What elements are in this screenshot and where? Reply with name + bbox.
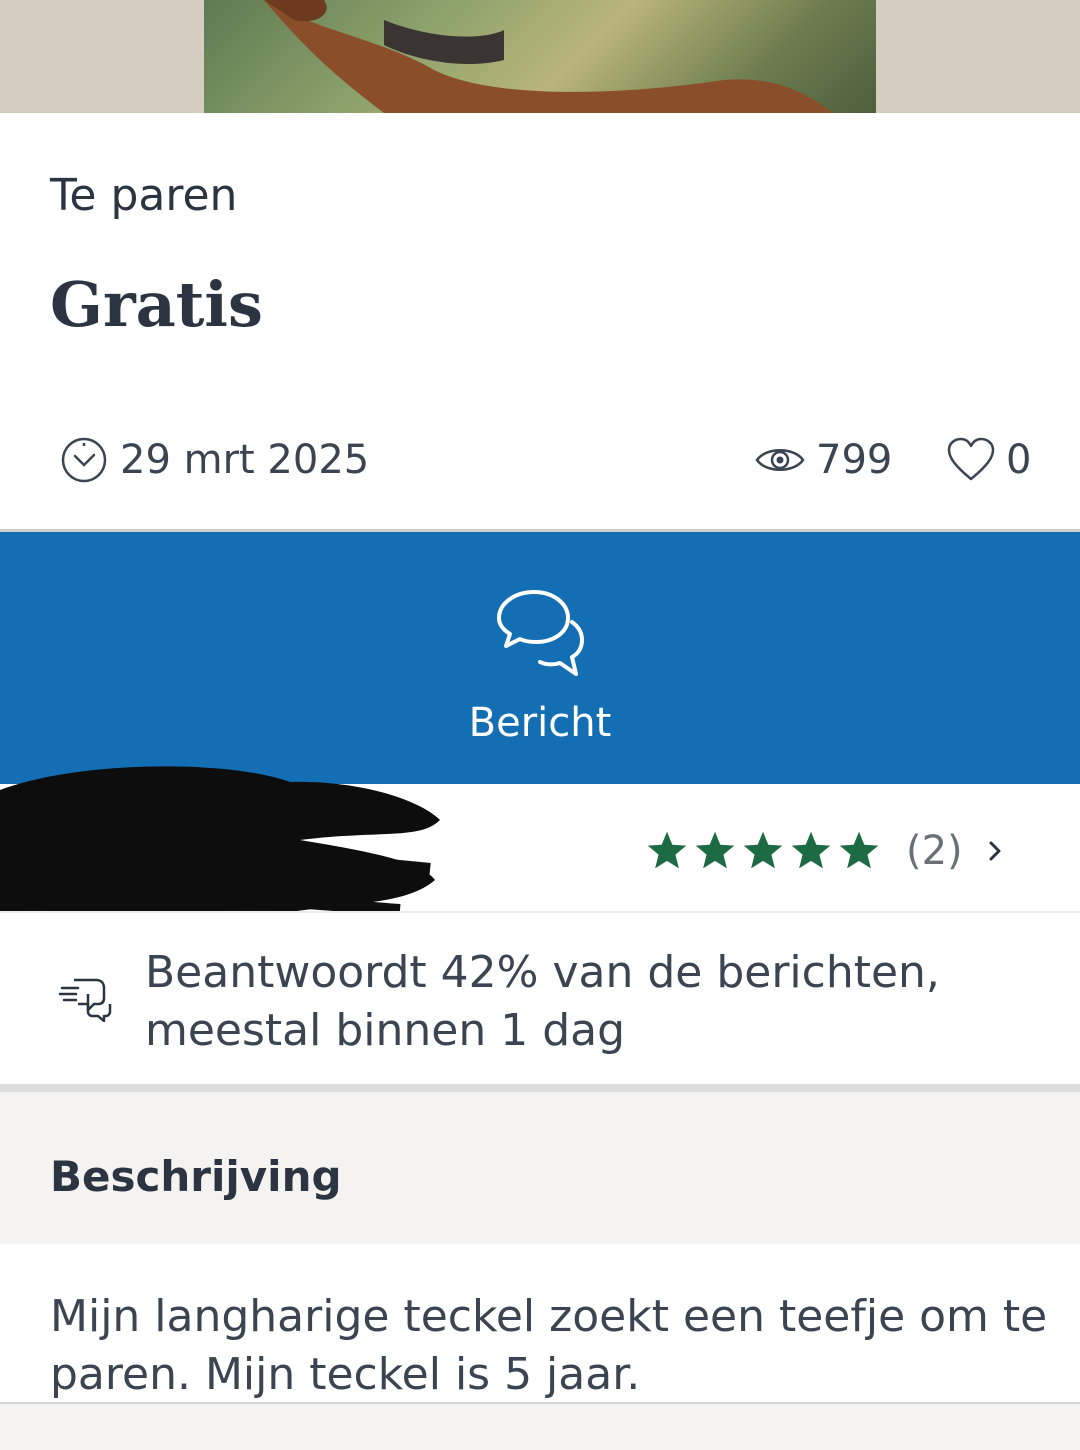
listing-category: Te paren bbox=[50, 170, 238, 221]
dog-photo-illustration bbox=[264, 0, 834, 113]
bottom-band bbox=[0, 1404, 1080, 1450]
listing-meta-row: 29 mrt 2025 799 0 bbox=[0, 428, 1080, 492]
star-icon bbox=[839, 831, 879, 869]
favorite-count: 0 bbox=[1006, 437, 1032, 483]
listing-date-group: 29 mrt 2025 bbox=[60, 432, 369, 488]
listing-date: 29 mrt 2025 bbox=[120, 437, 370, 483]
chevron-right-icon[interactable] bbox=[983, 833, 1009, 869]
listing-photo[interactable] bbox=[204, 0, 876, 113]
listing-price: Gratis bbox=[50, 268, 263, 341]
review-count[interactable]: (2) bbox=[906, 826, 963, 876]
view-count: 799 bbox=[816, 437, 893, 483]
message-button-label[interactable]: Bericht bbox=[0, 700, 1080, 746]
response-rate-text: Beantwoordt 42% van de berichten, meesta… bbox=[145, 944, 1045, 1060]
views-group: 799 bbox=[754, 432, 892, 488]
star-icon bbox=[695, 831, 735, 869]
divider bbox=[0, 1084, 1080, 1092]
description-text: Mijn langharige teckel zoekt een teefje … bbox=[50, 1291, 1048, 1400]
chat-bubbles-icon[interactable] bbox=[492, 586, 588, 682]
listing-photo-strip[interactable] bbox=[0, 0, 1080, 113]
response-rate-line2: meestal binnen 1 dag bbox=[145, 1005, 626, 1056]
clock-icon bbox=[61, 437, 107, 483]
description-title: Beschrijving bbox=[50, 1152, 342, 1201]
star-icon bbox=[791, 831, 831, 869]
seller-rating-stars[interactable] bbox=[645, 826, 885, 876]
star-icon bbox=[743, 831, 783, 869]
fast-reply-icon bbox=[58, 978, 112, 1022]
response-rate-line1: Beantwoordt 42% van de berichten, bbox=[145, 947, 940, 998]
favorite-button[interactable]: 0 bbox=[946, 432, 1031, 488]
eye-icon bbox=[755, 449, 805, 471]
heart-icon[interactable] bbox=[946, 437, 996, 483]
star-icon bbox=[647, 831, 687, 869]
